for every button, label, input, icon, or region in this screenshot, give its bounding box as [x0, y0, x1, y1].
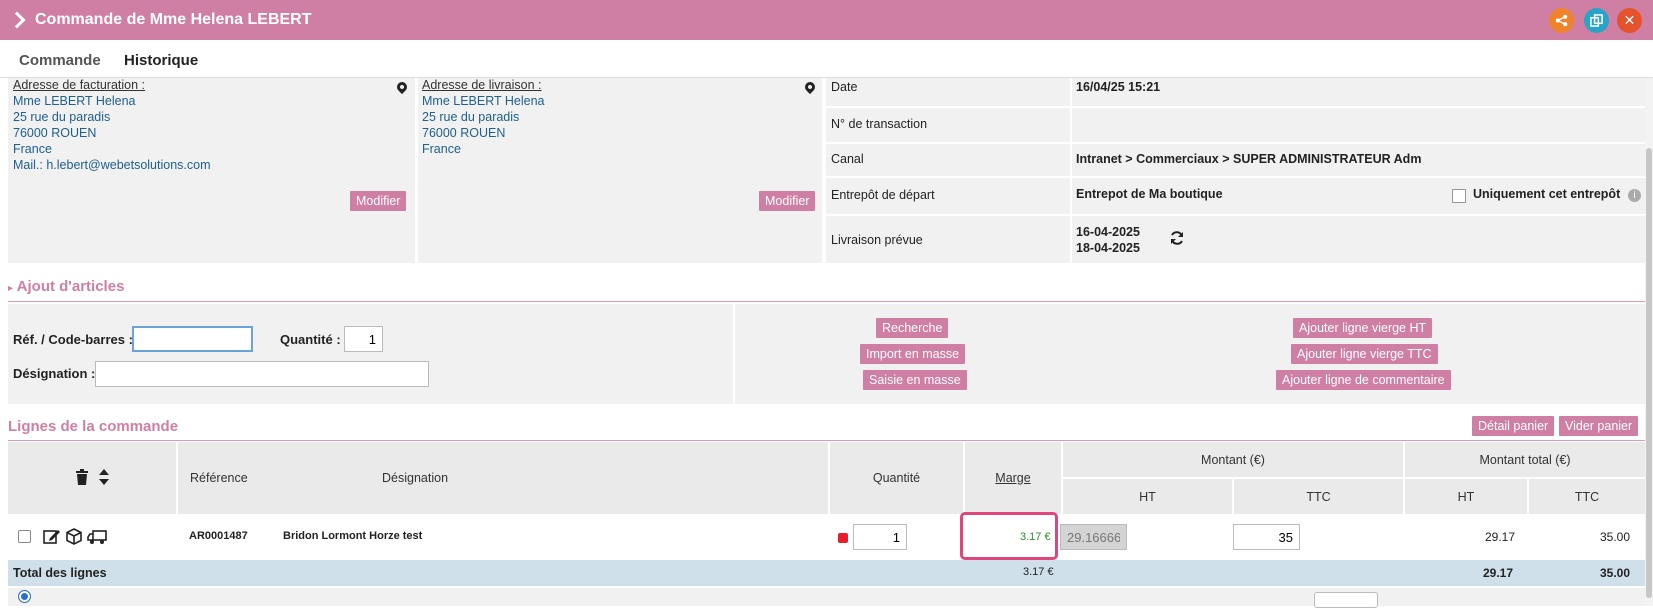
info-icon[interactable]: i — [1628, 189, 1641, 202]
row-total-ttc: 35.00 — [1600, 530, 1631, 544]
row-reference: AR0001487 — [189, 530, 248, 542]
info-row-date: Date 16/04/25 15:21 — [826, 78, 1645, 106]
only-warehouse-checkbox[interactable] — [1452, 189, 1466, 203]
row-checkbox[interactable] — [18, 530, 31, 543]
header-quantite: Quantité — [830, 442, 963, 514]
header-reference: Référence — [190, 471, 248, 485]
row-total-ht: 29.17 — [1485, 530, 1516, 544]
warehouse-value: Entrepot de Ma boutique — [1076, 187, 1223, 201]
header-actions — [8, 442, 176, 514]
total-ht: 29.17 — [1483, 566, 1514, 580]
recherche-button[interactable]: Recherche — [876, 318, 949, 338]
only-warehouse-label: Uniquement cet entrepôt — [1473, 187, 1621, 201]
ajout-section-title[interactable]: ▸ Ajout d'articles — [8, 278, 124, 295]
header-marge[interactable]: Marge — [965, 442, 1061, 514]
detail-panier-button[interactable]: Détail panier — [1472, 416, 1555, 436]
total-row: Total des lignes 3.17 € 29.17 35.00 — [8, 560, 1645, 586]
designation-input[interactable] — [95, 361, 429, 387]
ajout-panel: Réf. / Code-barres : Quantité : Désignat… — [8, 304, 1645, 404]
billing-edit-button[interactable]: Modifier — [350, 191, 407, 211]
row-marge: 3.17 € — [1020, 531, 1051, 543]
order-date: 16/04/25 15:21 — [1076, 80, 1161, 94]
info-row-delivery: Livraison prévue 16-04-2025 18-04-2025 — [826, 216, 1645, 263]
delivery-address-label: Adresse de livraison : — [422, 78, 542, 92]
map-pin-icon[interactable] — [394, 79, 410, 95]
add-blank-line-ht-button[interactable]: Ajouter ligne vierge HT — [1293, 318, 1433, 338]
canal-value: Intranet > Commerciaux > SUPER ADMINISTR… — [1076, 152, 1422, 166]
box-icon[interactable] — [66, 528, 82, 548]
add-blank-line-ttc-button[interactable]: Ajouter ligne vierge TTC — [1291, 344, 1438, 364]
window-title: Commande de Mme Helena LEBERT — [35, 11, 312, 28]
delivery-to: 18-04-2025 — [1076, 241, 1140, 255]
close-icon[interactable]: ✕ — [1617, 8, 1642, 33]
tab-commande[interactable]: Commande — [19, 52, 101, 69]
saisie-en-masse-button[interactable]: Saisie en masse — [863, 370, 967, 390]
quantity-input[interactable] — [344, 326, 383, 352]
header-total-ht: HT — [1405, 479, 1527, 514]
tab-bar: Commande Historique — [0, 40, 1653, 78]
window-titlebar: Commande de Mme Helena LEBERT ✕ — [0, 0, 1653, 40]
tab-historique[interactable]: Historique — [124, 52, 198, 69]
total-marge: 3.17 € — [1023, 566, 1054, 578]
radio-button[interactable] — [18, 590, 31, 603]
info-row-transaction: N° de transaction — [826, 108, 1645, 142]
total-ttc: 35.00 — [1600, 566, 1631, 580]
stock-status-indicator — [838, 533, 848, 543]
delivery-address-panel: Adresse de livraison : Mme LEBERT Helena… — [418, 78, 822, 263]
info-row-canal: Canal Intranet > Commerciaux > SUPER ADM… — [826, 144, 1645, 176]
row-designation: Bridon Lormont Horze test — [283, 530, 423, 542]
info-row-warehouse: Entrepôt de départ Entrepot de Ma boutiq… — [826, 178, 1645, 214]
header-total-ttc: TTC — [1529, 479, 1645, 514]
vider-panier-button[interactable]: Vider panier — [1559, 416, 1639, 436]
header-montant-total: Montant total (€) — [1405, 442, 1645, 477]
add-comment-line-button[interactable]: Ajouter ligne de commentaire — [1276, 370, 1451, 390]
reference-barcode-input[interactable] — [132, 326, 253, 352]
total-label: Total des lignes — [13, 566, 107, 580]
delivery-edit-button[interactable]: Modifier — [759, 191, 816, 211]
billing-address-label: Adresse de facturation : — [13, 78, 146, 92]
delivery-address-lines: Mme LEBERT Helena 25 rue du paradis 76000 … — [422, 94, 545, 156]
header-montant: Montant (€) — [1063, 442, 1403, 477]
row-ttc-input[interactable] — [1233, 524, 1300, 550]
header-ht: HT — [1063, 479, 1232, 514]
import-en-masse-button[interactable]: Import en masse — [860, 344, 966, 364]
trash-icon[interactable] — [75, 468, 89, 488]
delivery-from: 16-04-2025 — [1076, 225, 1140, 239]
vertical-scrollbar[interactable] — [1645, 78, 1653, 606]
truck-icon[interactable] — [87, 529, 107, 548]
table-row: AR0001487 Bridon Lormont Horze test 3.17… — [8, 512, 1645, 560]
billing-address-panel: Adresse de facturation : Mme LEBERT Hele… — [8, 78, 415, 263]
header-designation: Désignation — [382, 471, 449, 485]
map-pin-icon[interactable] — [802, 79, 818, 95]
row-quantity-input[interactable] — [853, 524, 907, 550]
edit-icon[interactable] — [43, 528, 61, 547]
copy-icon[interactable] — [1584, 8, 1609, 33]
refresh-icon[interactable] — [1169, 230, 1185, 249]
sort-icon[interactable] — [99, 468, 109, 488]
lines-section-title: Lignes de la commande — [8, 418, 179, 435]
billing-address-lines: Mme LEBERT Helena 25 rue du paradis 76000 … — [13, 94, 211, 172]
header-ttc: TTC — [1234, 479, 1403, 514]
chevron-right-icon[interactable] — [8, 11, 26, 29]
share-icon[interactable] — [1549, 8, 1574, 33]
row-ht-input[interactable] — [1060, 524, 1127, 550]
